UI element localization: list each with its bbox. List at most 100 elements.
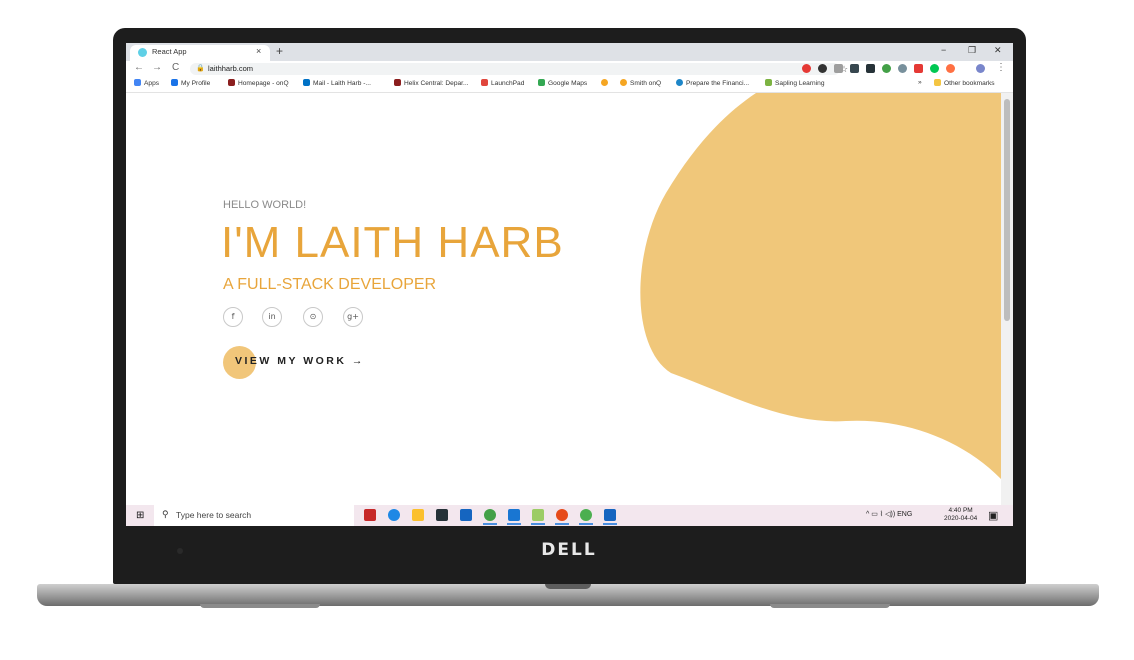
notification-icon[interactable]: ▣ bbox=[988, 509, 998, 522]
p-icon bbox=[676, 79, 683, 86]
bookmark-sapling[interactable]: Sapling Learning bbox=[765, 79, 825, 87]
browser-tab[interactable]: React App × bbox=[130, 45, 270, 61]
address-bar[interactable]: 🔒 laithharb.com ☆ bbox=[190, 63, 848, 75]
bookmark-prepare-financial[interactable]: Prepare the Financi... bbox=[676, 79, 749, 87]
extension-icon[interactable] bbox=[850, 64, 859, 73]
extension-icon[interactable] bbox=[802, 64, 811, 73]
system-tray[interactable]: ^ ▭ ⌇ ◁)) ENG bbox=[866, 510, 912, 518]
powerpoint-icon[interactable] bbox=[556, 509, 568, 521]
clock-date: 2020-04-04 bbox=[944, 515, 978, 522]
slack-icon[interactable] bbox=[580, 509, 592, 521]
github-icon[interactable]: ⊙ bbox=[303, 307, 323, 327]
mail-icon[interactable] bbox=[460, 509, 472, 521]
active-app-indicator bbox=[555, 523, 569, 525]
extension-icon[interactable] bbox=[818, 64, 827, 73]
circle-icon bbox=[601, 79, 608, 86]
bookmark-my-profile[interactable]: My Profile bbox=[171, 79, 210, 87]
file-explorer-icon[interactable] bbox=[412, 509, 424, 521]
extension-icon[interactable] bbox=[898, 64, 907, 73]
bookmark-helix-central[interactable]: Helix Central: Depar... bbox=[394, 79, 469, 87]
store-icon[interactable] bbox=[436, 509, 448, 521]
url-text: laithharb.com bbox=[208, 64, 254, 73]
google-plus-icon[interactable]: g+ bbox=[343, 307, 363, 327]
edge-icon[interactable] bbox=[388, 509, 400, 521]
greeting-text: HELLO WORLD! bbox=[223, 199, 307, 211]
extension-icon[interactable] bbox=[946, 64, 955, 73]
bookmark-homepage-onq[interactable]: Homepage - onQ bbox=[228, 79, 289, 87]
active-app-indicator bbox=[579, 523, 593, 525]
new-tab-button[interactable]: + bbox=[276, 44, 283, 58]
bookmark-google-maps[interactable]: Google Maps bbox=[538, 79, 587, 87]
bookmark-generic[interactable] bbox=[601, 79, 611, 87]
vscode-icon[interactable] bbox=[508, 509, 520, 521]
hero-name: I'M LAITH HARB bbox=[221, 218, 564, 267]
browser-tab-bar: React App × + − ❐ ✕ bbox=[126, 43, 1013, 61]
browser-toolbar: ← → C 🔒 laithharb.com ☆ ⋮ bbox=[126, 61, 1013, 77]
search-placeholder: Type here to search bbox=[176, 510, 252, 520]
folder-icon bbox=[934, 79, 941, 86]
other-bookmarks[interactable]: Other bookmarks bbox=[934, 79, 995, 87]
facebook-icon[interactable]: f bbox=[223, 307, 243, 327]
restore-button[interactable]: ❐ bbox=[968, 45, 976, 56]
bookmark-launchpad[interactable]: LaunchPad bbox=[481, 79, 524, 87]
laptop-foot bbox=[200, 604, 320, 608]
extension-icon[interactable] bbox=[882, 64, 891, 73]
react-icon bbox=[138, 48, 147, 57]
word-icon[interactable] bbox=[604, 509, 616, 521]
profile-icon bbox=[171, 79, 178, 86]
view-my-work-button[interactable]: VIEW MY WORK → bbox=[235, 355, 365, 367]
arrow-right-icon: → bbox=[351, 355, 365, 367]
laptop-foot bbox=[770, 604, 890, 608]
active-app-indicator bbox=[531, 523, 545, 525]
taskbar-search-box[interactable]: ⚲ Type here to search bbox=[154, 505, 354, 526]
active-app-indicator bbox=[507, 523, 521, 525]
close-tab-icon[interactable]: × bbox=[256, 46, 261, 56]
tab-title: React App bbox=[152, 47, 187, 56]
cta-label: VIEW MY WORK bbox=[235, 355, 347, 367]
chrome-icon[interactable] bbox=[484, 509, 496, 521]
apps-icon bbox=[134, 79, 141, 86]
reload-button[interactable]: C bbox=[172, 62, 179, 73]
bookmarks-bar: Apps My Profile Homepage - onQ Mail - La… bbox=[126, 77, 1013, 93]
shield-icon bbox=[394, 79, 401, 86]
extension-icon[interactable] bbox=[866, 64, 875, 73]
hero-role: A FULL-STACK DEVELOPER bbox=[223, 276, 437, 293]
webcam bbox=[177, 548, 183, 554]
bookmark-smith-onq[interactable]: Smith onQ bbox=[620, 79, 661, 87]
outlook-icon bbox=[303, 79, 310, 86]
circle-icon bbox=[620, 79, 627, 86]
bookmark-mail[interactable]: Mail - Laith Harb -... bbox=[303, 79, 371, 87]
windows-taskbar: ⊞ ⚲ Type here to search ^ ▭ ⌇ ◁)) ENG 4:… bbox=[126, 505, 1013, 526]
bookmarks-overflow[interactable]: » bbox=[918, 79, 922, 86]
laptop-screen: React App × + − ❐ ✕ ← → C 🔒 laithharb.co… bbox=[126, 43, 1013, 526]
forward-button[interactable]: → bbox=[152, 62, 162, 73]
shield-icon bbox=[228, 79, 235, 86]
close-window-button[interactable]: ✕ bbox=[994, 45, 1002, 56]
bookmark-apps[interactable]: Apps bbox=[134, 79, 159, 87]
scrollbar-thumb[interactable] bbox=[1004, 99, 1010, 321]
launchpad-icon bbox=[481, 79, 488, 86]
linkedin-icon[interactable]: in bbox=[262, 307, 282, 327]
page-scrollbar[interactable] bbox=[1001, 93, 1013, 505]
active-app-indicator bbox=[483, 523, 497, 525]
web-page: HELLO WORLD! I'M LAITH HARB A FULL-STACK… bbox=[126, 93, 1001, 505]
profile-avatar[interactable] bbox=[976, 64, 985, 73]
menu-icon[interactable]: ⋮ bbox=[996, 62, 1006, 73]
taskbar-clock[interactable]: 4:40 PM 2020-04-04 bbox=[944, 507, 977, 523]
paint-icon[interactable] bbox=[532, 509, 544, 521]
sapling-icon bbox=[765, 79, 772, 86]
active-app-indicator bbox=[603, 523, 617, 525]
extension-icon[interactable] bbox=[834, 64, 843, 73]
taskbar-app-icon[interactable] bbox=[364, 509, 376, 521]
decorative-blob bbox=[640, 93, 1001, 479]
extension-icon[interactable] bbox=[930, 64, 939, 73]
windows-start-icon[interactable]: ⊞ bbox=[136, 510, 144, 521]
minimize-button[interactable]: − bbox=[941, 45, 946, 55]
extension-icon[interactable] bbox=[914, 64, 923, 73]
dell-logo: DELL bbox=[541, 540, 597, 560]
lock-icon: 🔒 bbox=[196, 65, 205, 72]
maps-icon bbox=[538, 79, 545, 86]
back-button[interactable]: ← bbox=[134, 62, 144, 73]
search-icon: ⚲ bbox=[162, 509, 169, 519]
clock-time: 4:40 PM bbox=[948, 507, 973, 514]
